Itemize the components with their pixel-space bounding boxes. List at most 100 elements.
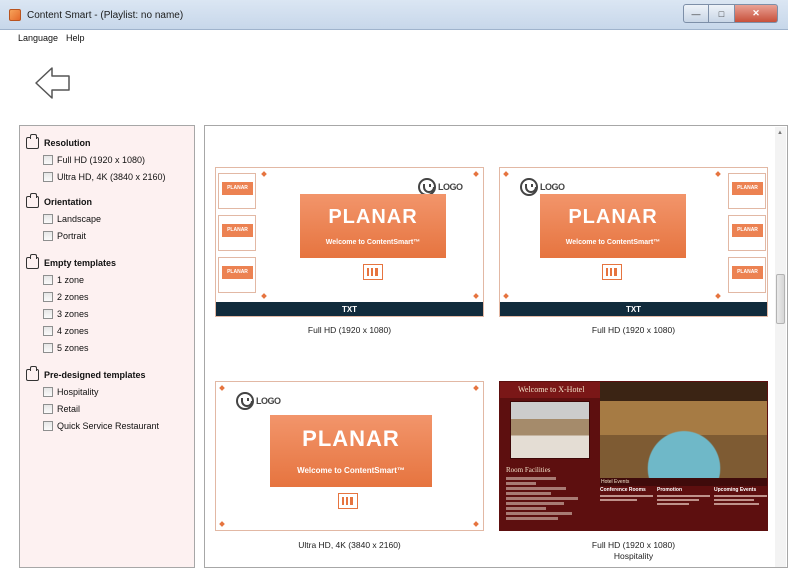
template-thumbnail: PLANAR PLANAR PLANAR LOGO PLANAR Welcome… (215, 167, 484, 317)
clipboard-icon (26, 134, 39, 149)
option-2-zones[interactable]: 2 zones (43, 288, 116, 305)
clipboard-icon (26, 366, 39, 381)
minimize-button[interactable]: — (683, 4, 709, 23)
scroll-up-icon[interactable]: ▲ (777, 130, 783, 136)
scroll-thumb[interactable] (776, 274, 785, 324)
template-tile-3[interactable]: LOGO PLANAR Welcome to ContentSmart™ Ult… (215, 381, 484, 556)
media-icon (338, 493, 358, 509)
option-4-zones[interactable]: 4 zones (43, 322, 116, 339)
logo-text: LOGO (256, 396, 281, 406)
checkbox[interactable] (43, 403, 53, 414)
option-label: 5 zones (57, 342, 89, 353)
checkbox[interactable] (43, 308, 53, 319)
logo-mark: LOGO (236, 392, 281, 410)
option-label: Quick Service Restaurant (57, 420, 160, 431)
option-ultra-hd[interactable]: Ultra HD, 4K (3840 x 2160) (43, 168, 166, 185)
checkbox[interactable] (43, 230, 53, 241)
mini-zone: PLANAR (728, 215, 766, 251)
option-landscape[interactable]: Landscape (43, 210, 101, 227)
option-label: 1 zone (57, 274, 85, 285)
corner-marker (261, 171, 267, 177)
logo-text: LOGO (438, 182, 463, 192)
checkbox[interactable] (43, 325, 53, 336)
option-label: Full HD (1920 x 1080) (57, 154, 146, 165)
menu-bar: Language Help (0, 30, 788, 46)
option-label: 3 zones (57, 308, 89, 319)
menu-help[interactable]: Help (66, 33, 85, 43)
vertical-scrollbar[interactable]: ▲ (775, 127, 786, 567)
corner-marker (261, 293, 267, 299)
events-column-title: Conference Rooms (600, 487, 646, 493)
filter-group-empty-templates: Empty templates 1 zone 2 zones 3 zones 4… (26, 254, 116, 356)
maximize-button[interactable]: □ (709, 4, 735, 23)
tile-caption: Ultra HD, 4K (3840 x 2160) (298, 540, 401, 550)
corner-marker (473, 521, 479, 527)
room-facilities-heading: Room Facilities (506, 466, 551, 474)
checkbox[interactable] (43, 171, 53, 182)
close-button[interactable]: ✕ (735, 4, 778, 23)
option-full-hd[interactable]: Full HD (1920 x 1080) (43, 151, 166, 168)
smiley-icon (520, 178, 538, 196)
txt-bar: TXT (216, 302, 483, 316)
option-1-zone[interactable]: 1 zone (43, 271, 116, 288)
banner-welcome: Welcome to ContentSmart™ (325, 239, 421, 246)
corner-marker (503, 171, 509, 177)
planar-banner: PLANAR Welcome to ContentSmart™ (300, 194, 446, 258)
hospitality-preview: Welcome to X-Hotel Room Facilities Hotel… (500, 382, 767, 530)
checkbox[interactable] (43, 154, 53, 165)
events-column: Conference Rooms (600, 487, 653, 503)
checkbox[interactable] (43, 291, 53, 302)
checkbox[interactable] (43, 342, 53, 353)
events-column: Upcoming Events (714, 487, 767, 507)
group-title: Resolution (44, 138, 91, 148)
option-label: Landscape (57, 213, 102, 224)
toolbar (10, 46, 786, 120)
mini-zone: PLANAR (728, 173, 766, 209)
banner-welcome: Welcome to ContentSmart™ (565, 239, 661, 246)
option-hospitality[interactable]: Hospitality (43, 383, 159, 400)
option-quick-service-restaurant[interactable]: Quick Service Restaurant (43, 417, 159, 434)
clipboard-icon (26, 254, 39, 269)
media-icon (602, 264, 622, 280)
title-bar[interactable]: Content Smart - (Playlist: no name) — □ … (0, 0, 788, 30)
option-label: Hospitality (57, 386, 99, 397)
app-icon (9, 9, 21, 21)
template-thumbnail: PLANAR PLANAR PLANAR LOGO PLANAR Welcome… (499, 167, 768, 317)
option-3-zones[interactable]: 3 zones (43, 305, 116, 322)
option-5-zones[interactable]: 5 zones (43, 339, 116, 356)
option-retail[interactable]: Retail (43, 400, 159, 417)
mini-banner: PLANAR (732, 224, 763, 237)
mini-banner: PLANAR (222, 182, 253, 195)
template-thumbnail: LOGO PLANAR Welcome to ContentSmart™ (215, 381, 484, 531)
template-tile-2[interactable]: PLANAR PLANAR PLANAR LOGO PLANAR Welcome… (499, 167, 768, 337)
maximize-icon: □ (718, 8, 725, 19)
checkbox[interactable] (43, 386, 53, 397)
facilities-list (506, 477, 591, 522)
mini-zone: PLANAR (218, 257, 256, 293)
back-arrow-icon[interactable] (34, 66, 72, 100)
option-label: 2 zones (57, 291, 89, 302)
tile-caption: Full HD (1920 x 1080) (591, 540, 676, 550)
events-column-title: Upcoming Events (714, 487, 757, 493)
checkbox[interactable] (43, 274, 53, 285)
checkbox[interactable] (43, 420, 53, 431)
template-tile-1[interactable]: PLANAR PLANAR PLANAR LOGO PLANAR Welcome… (215, 167, 484, 337)
events-column: Promotion (657, 487, 710, 507)
checkbox[interactable] (43, 213, 53, 224)
filter-group-orientation: Orientation Landscape Portrait (26, 193, 101, 244)
template-tile-4[interactable]: Welcome to X-Hotel Room Facilities Hotel… (499, 381, 768, 566)
corner-marker (715, 171, 721, 177)
template-gallery: PLANAR PLANAR PLANAR LOGO PLANAR Welcome… (204, 125, 788, 568)
tile-caption: Full HD (1920 x 1080) (591, 325, 676, 335)
banner-brand: PLANAR (568, 206, 658, 228)
corner-marker (473, 171, 479, 177)
corner-marker (473, 385, 479, 391)
banner-brand: PLANAR (328, 206, 418, 228)
corner-marker (473, 293, 479, 299)
mini-zone: PLANAR (728, 257, 766, 293)
option-label: Retail (57, 403, 81, 414)
menu-language[interactable]: Language (18, 33, 58, 43)
mini-zone: PLANAR (218, 173, 256, 209)
banner-welcome: Welcome to ContentSmart™ (297, 466, 405, 475)
option-portrait[interactable]: Portrait (43, 227, 101, 244)
